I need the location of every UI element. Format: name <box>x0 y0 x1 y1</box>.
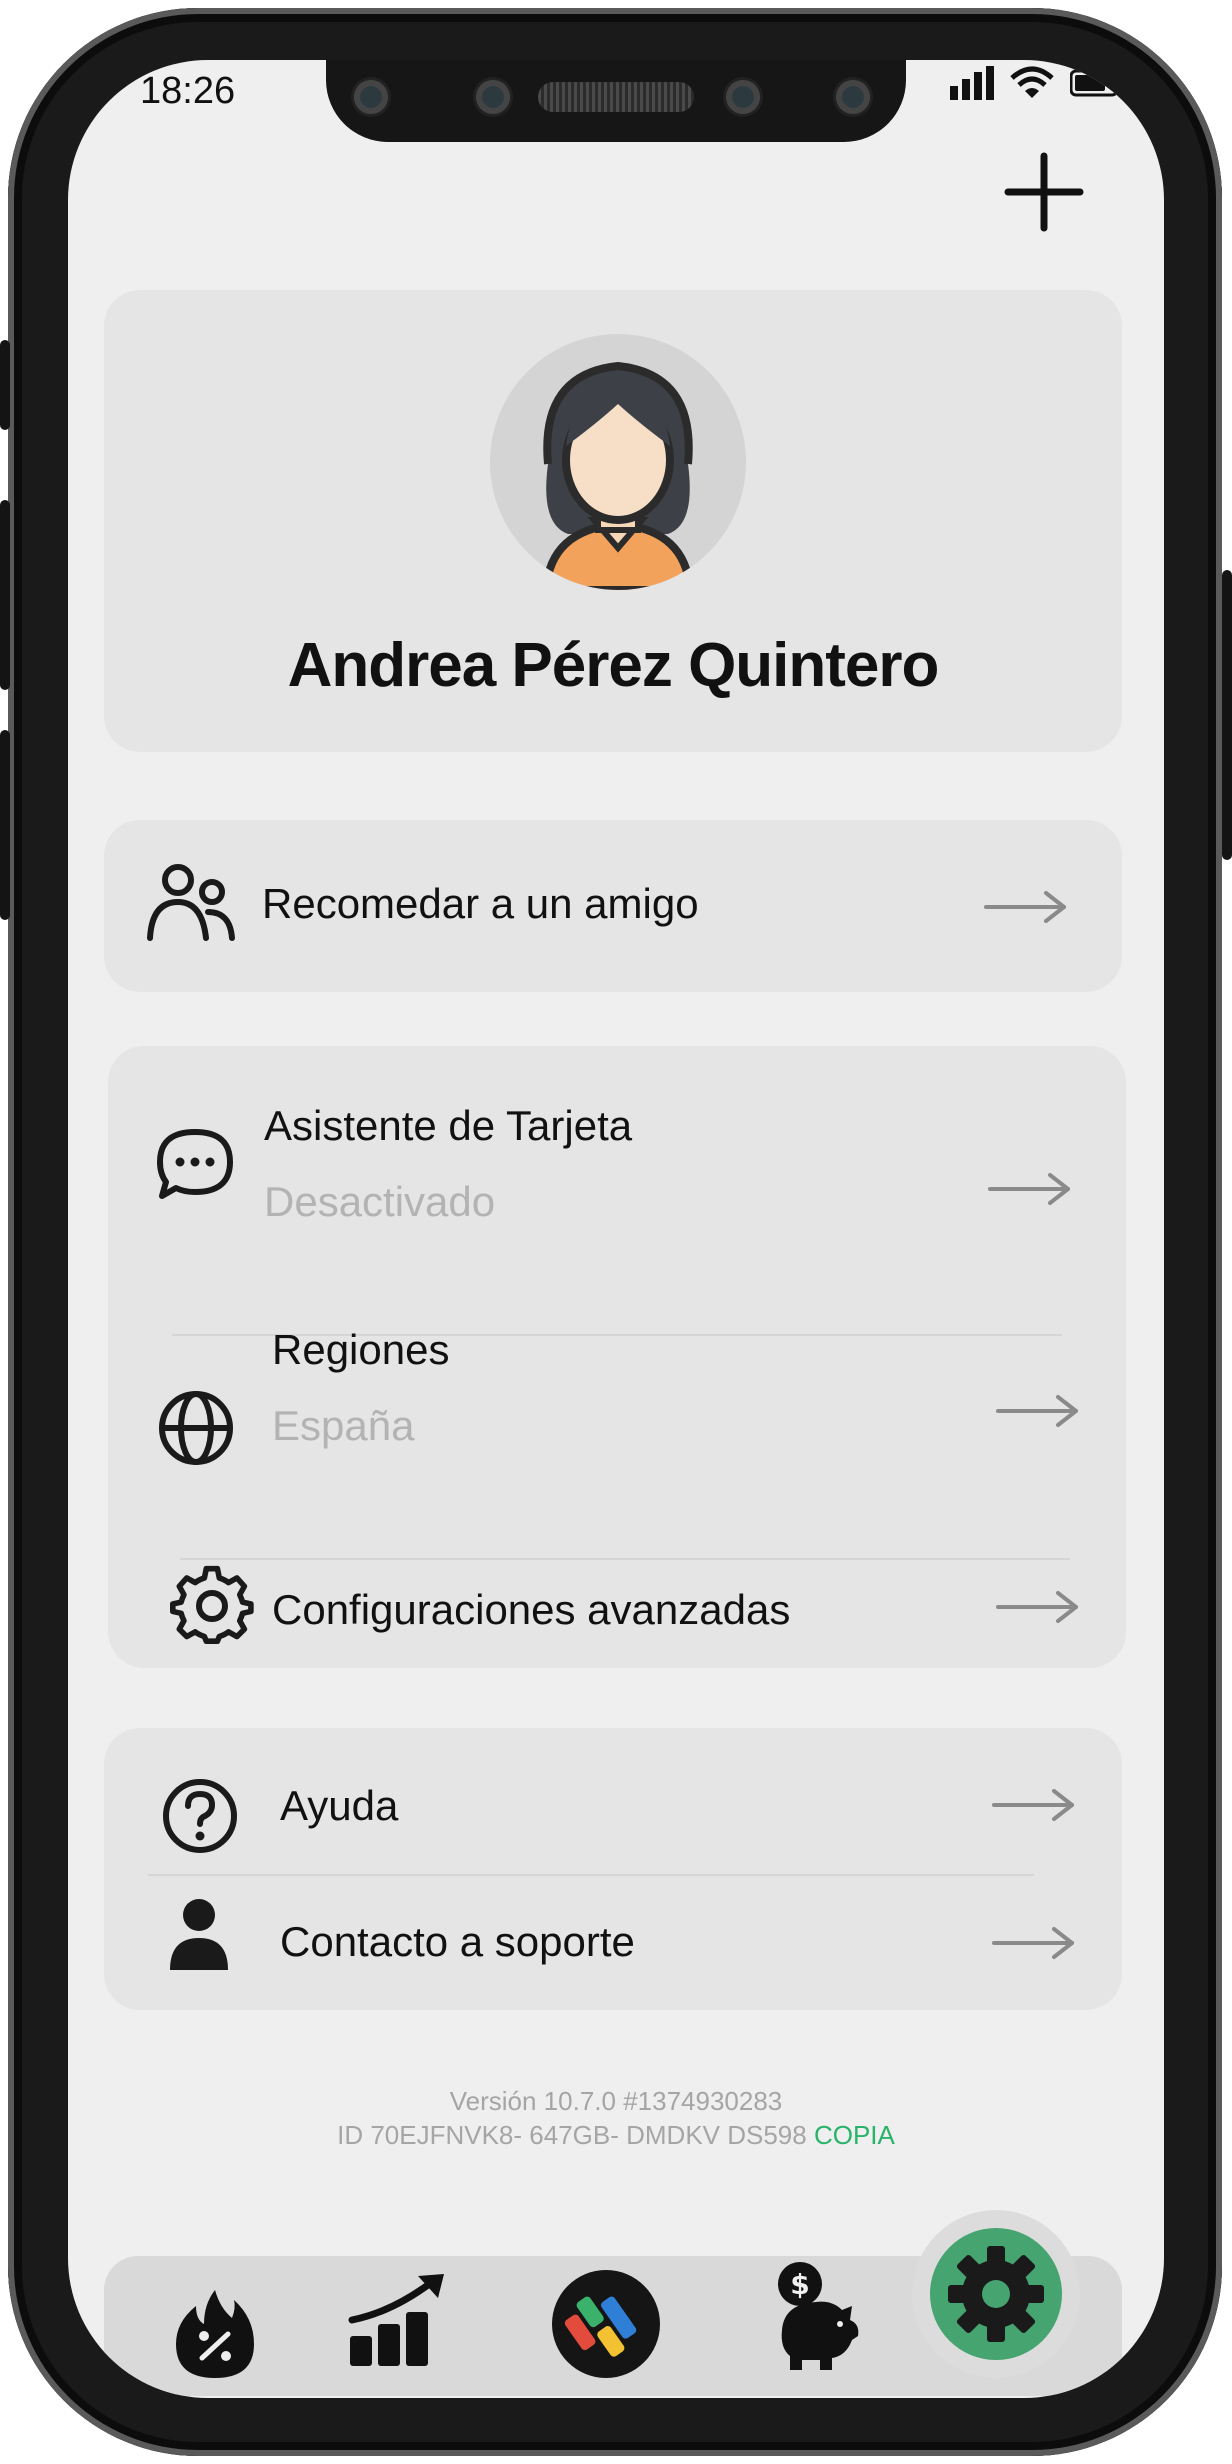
mute-switch <box>0 340 10 430</box>
refer-friend-label: Recomedar a un amigo <box>262 880 699 927</box>
arrow-right-icon <box>996 1591 1078 1623</box>
arrow-right-icon <box>984 891 1066 923</box>
refer-friend-row[interactable]: Recomedar a un amigo <box>104 820 1122 992</box>
status-time: 18:26 <box>140 70 236 112</box>
help-group-card: Ayuda Contacto a soporte <box>104 1728 1122 2010</box>
signal-icon <box>950 66 994 100</box>
regions-value: España <box>272 1402 415 1449</box>
advanced-settings-title: Configuraciones avanzadas <box>272 1586 791 1633</box>
support-contact-row[interactable]: Contacto a soporte <box>104 1876 1122 2010</box>
growth-chart-icon[interactable] <box>348 2272 446 2368</box>
question-circle-icon <box>163 1779 237 1853</box>
status-icons <box>950 66 1124 100</box>
user-icon <box>170 1899 228 1970</box>
arrow-right-icon <box>988 1173 1070 1205</box>
screen: 18:26 Andrea Pérez Quintero Recomedar a … <box>68 60 1164 2398</box>
help-title: Ayuda <box>280 1782 399 1829</box>
profile-card: Andrea Pérez Quintero <box>104 290 1122 752</box>
avatar[interactable] <box>490 334 746 590</box>
arrow-right-icon <box>992 1927 1074 1959</box>
avatar-illustration <box>541 361 695 590</box>
device-id-line: ID 70EJFNVK8- 647GB- DMDKV DS598 COPIA <box>68 2118 1164 2152</box>
card-assistant-row[interactable]: Asistente de Tarjeta Desactivado <box>108 1046 1126 1268</box>
plus-icon[interactable] <box>996 144 1092 240</box>
nav-settings[interactable] <box>930 2228 1062 2360</box>
advanced-settings-row[interactable]: Configuraciones avanzadas <box>108 1560 1126 1668</box>
regions-row[interactable]: Regiones España <box>108 1326 1126 1558</box>
help-row[interactable]: Ayuda <box>104 1728 1122 1864</box>
app-footer: Versión 10.7.0 #1374930283 ID 70EJFNVK8-… <box>68 2084 1164 2152</box>
sensor-dot <box>476 80 510 114</box>
svg-text:$: $ <box>790 2268 809 2301</box>
battery-icon <box>1070 69 1123 97</box>
piggy-bank-icon[interactable]: $ <box>772 2260 864 2372</box>
card-assistant-status: Desactivado <box>264 1178 496 1225</box>
sensor-dot <box>726 80 760 114</box>
gear-icon <box>948 2246 1044 2342</box>
profile-name: Andrea Pérez Quintero <box>287 631 940 700</box>
copy-id-button[interactable]: COPIA <box>814 2120 895 2150</box>
wifi-icon <box>1010 66 1054 98</box>
sensor-dot <box>354 80 388 114</box>
users-icon <box>147 864 235 941</box>
arrow-right-icon <box>996 1395 1078 1427</box>
regions-title: Regiones <box>272 1326 450 1373</box>
front-camera <box>836 80 870 114</box>
earpiece-speaker <box>538 82 694 112</box>
settings-group-card: Asistente de Tarjeta Desactivado Regione… <box>108 1046 1126 1668</box>
device-id-text: ID 70EJFNVK8- 647GB- DMDKV DS598 <box>337 2120 807 2150</box>
notch <box>326 60 906 142</box>
version-text: Versión 10.7.0 #1374930283 <box>449 2086 783 2116</box>
chat-bubble-icon <box>157 1129 233 1199</box>
gear-icon <box>170 1565 254 1644</box>
app-logo-icon[interactable] <box>550 2268 662 2380</box>
volume-down-button <box>0 730 10 920</box>
support-contact-title: Contacto a soporte <box>280 1918 635 1965</box>
card-assistant-title: Asistente de Tarjeta <box>264 1102 633 1149</box>
arrow-right-icon <box>992 1789 1074 1821</box>
volume-up-button <box>0 500 10 690</box>
globe-icon <box>159 1391 233 1465</box>
power-button <box>1222 570 1232 860</box>
flame-percent-icon[interactable] <box>174 2288 256 2380</box>
